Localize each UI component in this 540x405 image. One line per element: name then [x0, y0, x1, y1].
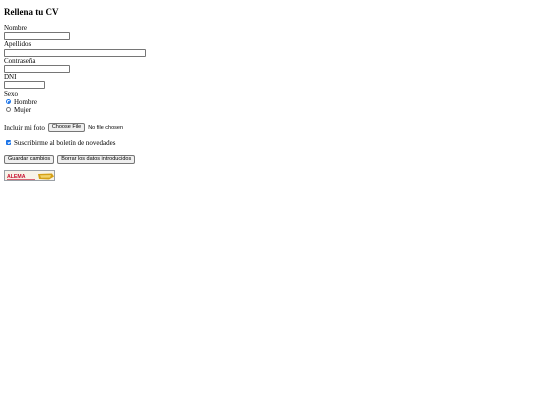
- dni-label: DNI: [4, 73, 17, 81]
- apellidos-label: Apellidos: [4, 40, 32, 48]
- newsletter-checkbox[interactable]: [6, 140, 11, 145]
- nombre-label: Nombre: [4, 24, 27, 32]
- contrasena-label: Contraseña: [4, 57, 36, 65]
- reset-button[interactable]: Borrar los datos introducidos: [57, 155, 136, 164]
- newsletter-label: Suscribirme al boletín de novedades: [14, 139, 116, 147]
- apellidos-input[interactable]: [4, 49, 146, 57]
- foto-row: Incluir mi foto Choose File No file chos…: [4, 123, 123, 132]
- radio-hombre[interactable]: [6, 99, 11, 104]
- nombre-input[interactable]: [4, 32, 70, 40]
- choose-file-button[interactable]: Choose File: [47, 123, 86, 132]
- foto-label: Incluir mi foto: [4, 123, 45, 132]
- form-title: Rellena tu CV: [4, 7, 59, 17]
- radio-mujer-label: Mujer: [14, 106, 32, 114]
- dni-input[interactable]: [4, 81, 45, 89]
- save-button[interactable]: Guardar cambios: [4, 155, 55, 164]
- action-buttons: Guardar cambios Borrar los datos introdu…: [4, 155, 136, 164]
- contrasena-input[interactable]: [4, 65, 70, 73]
- sexo-label: Sexo: [4, 90, 18, 98]
- alema-logo[interactable]: ALEMA: [4, 170, 55, 181]
- radio-mujer[interactable]: [6, 107, 11, 112]
- alema-logo-image: ALEMA: [5, 171, 54, 180]
- file-status: No file chosen: [88, 124, 124, 131]
- radio-hombre-label: Hombre: [14, 98, 37, 106]
